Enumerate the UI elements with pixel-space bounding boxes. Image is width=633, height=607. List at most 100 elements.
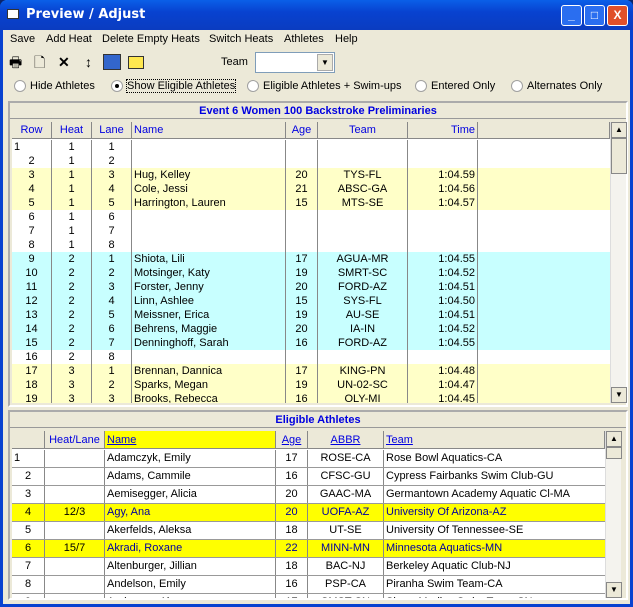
cell-blank (478, 210, 610, 224)
menu-delete-empty-heats[interactable]: Delete Empty Heats (102, 33, 200, 45)
cell-age: 21 (286, 182, 318, 196)
cell-abbr: UT-SE (308, 522, 384, 539)
column-header[interactable]: Heat (52, 122, 92, 138)
table-row[interactable]: 9 2 1 Shiota, Lili 17 AGUA-MR 1:04.55 (12, 252, 610, 266)
table-row[interactable]: 2 Adams, Cammile 16 CFSC-GU Cypress Fairbank… (12, 468, 605, 486)
cell-blank (478, 238, 610, 252)
minimize-button[interactable]: _ (561, 5, 582, 26)
radio-entered-only[interactable]: Entered Only (415, 80, 495, 92)
scroll-thumb[interactable] (606, 447, 622, 459)
cell-time: 1:04.55 (408, 336, 478, 350)
table-row[interactable]: 4 1 4 Cole, Jessi 21 ABSC-GA 1:04.56 (12, 182, 610, 196)
radio-eligible-swim-ups[interactable]: Eligible Athletes + Swim-ups (247, 80, 401, 92)
column-header-1[interactable]: Heat/Lane (45, 431, 105, 448)
cell-heat: 1 (52, 224, 92, 238)
radio-show-eligible-athletes[interactable]: Show Eligible Athletes (111, 79, 237, 93)
column-header[interactable]: Row (12, 122, 52, 138)
folder-up-icon[interactable] (128, 56, 144, 69)
table-row[interactable]: 4 12/3 Agy, Ana 20 UOFA-AZ University Of Ariz… (12, 504, 605, 522)
cell-heat-lane (45, 450, 105, 467)
scroll-up-icon[interactable]: ▲ (611, 122, 627, 138)
column-header[interactable]: Lane (92, 122, 132, 138)
cell-team: University Of Arizona-AZ (386, 506, 507, 518)
cell-heat: 2 (52, 280, 92, 294)
cell-abbr: BAC-NJ (308, 558, 384, 575)
column-header[interactable]: Name (132, 122, 286, 138)
cell-age: 16 (276, 468, 308, 485)
menu-help[interactable]: Help (335, 33, 358, 45)
printer-icon[interactable]: 🖶 (9, 54, 22, 70)
scroll-up-icon[interactable]: ▲ (606, 431, 622, 447)
cell-age: 20 (286, 168, 318, 182)
table-row[interactable]: 6 15/7 Akradi, Roxane 22 MINN-MN Minnesota Aq… (12, 540, 605, 558)
menu-athletes[interactable]: Athletes (284, 33, 324, 45)
table-row[interactable]: 111 (12, 140, 610, 154)
cell-name (132, 154, 286, 168)
menu-save[interactable]: Save (10, 33, 35, 45)
table-row[interactable]: 5 1 5 Harrington, Lauren 15 MTS-SE 1:04.57 (12, 196, 610, 210)
cell-name: Hug, Kelley (132, 168, 286, 182)
table-row[interactable]: 616 (12, 210, 610, 224)
cell-row: 5 (12, 196, 52, 210)
column-header[interactable]: Team (318, 122, 408, 138)
table-row[interactable]: 7 Altenburger, Jillian 18 BAC-NJ Berkeley Aq… (12, 558, 605, 576)
table-row[interactable]: 9 Anderson, Alyssa17SMST-SNSierra Marlins… (12, 594, 605, 598)
table-row[interactable]: 18 3 2 Sparks, Megan 19 UN-02-SC 1:04.47 (12, 378, 610, 392)
team-select[interactable]: ▼ (255, 52, 335, 73)
column-header-2[interactable]: Name (105, 431, 276, 448)
cell-team: MTS-SE (318, 196, 408, 210)
menu-add-heat[interactable]: Add Heat (46, 33, 92, 45)
cell-lane: 2 (92, 378, 132, 392)
cell-time: 1:04.57 (408, 196, 478, 210)
cell-abbr: ROSE-CA (308, 450, 384, 467)
menu-switch-heats[interactable]: Switch Heats (209, 33, 273, 45)
table-row[interactable]: 5 Akerfelds, Aleksa 18 UT-SE University Of T… (12, 522, 605, 540)
cell-age: 20 (276, 486, 308, 503)
table-row[interactable]: 3 1 3 Hug, Kelley 20 TYS-FL 1:04.59 (12, 168, 610, 182)
heat-grid-scrollbar[interactable]: ▲ ▼ (610, 122, 627, 403)
cell-age: 20 (286, 280, 318, 294)
table-row[interactable]: 212 (12, 154, 610, 168)
table-row[interactable]: 19 3 3 Brooks, Rebecca 16 OLY-MI 1:04.45 (12, 392, 610, 403)
column-header[interactable]: Time (408, 122, 478, 138)
cell-lane: 6 (92, 210, 132, 224)
column-header-3[interactable]: Age (276, 431, 308, 448)
delete-icon[interactable]: ✕ (58, 54, 70, 70)
radio-alternates-only[interactable]: Alternates Only (511, 80, 602, 92)
table-row[interactable]: 3 Aemisegger, Alicia 20 GAAC-MA Germantown A… (12, 486, 605, 504)
cell-row: 18 (12, 378, 52, 392)
table-row[interactable]: 13 2 5 Meissner, Erica 19 AU-SE 1:04.51 (12, 308, 610, 322)
table-row[interactable]: 16 2 8 (12, 350, 610, 364)
cell-abbr: CFSC-GU (308, 468, 384, 485)
chevron-down-icon[interactable]: ▼ (317, 54, 333, 71)
cell-heat-lane (45, 486, 105, 503)
eligible-grid-scrollbar[interactable]: ▲ ▼ (605, 431, 622, 598)
radio-hide-athletes[interactable]: Hide Athletes (14, 80, 95, 92)
cell-lane: 7 (92, 336, 132, 350)
swap-icon[interactable]: ↕ (85, 54, 92, 70)
close-button[interactable]: X (607, 5, 628, 26)
table-row[interactable]: 717 (12, 224, 610, 238)
cell-abbr: SMST-SN (308, 594, 384, 598)
scroll-thumb[interactable] (611, 138, 627, 174)
cell-team: AGUA-MR (318, 252, 408, 266)
table-row[interactable]: 1 Adamczyk, Emily 17 ROSE-CA Rose Bowl Aquat… (12, 450, 605, 468)
column-header-4[interactable]: ABBR (308, 431, 384, 448)
column-header-5[interactable]: Team (384, 431, 605, 448)
table-row[interactable]: 17 3 1 Brennan, Dannica 17 KING-PN 1:04.48 (12, 364, 610, 378)
table-row[interactable]: 14 2 6 Behrens, Maggie 20 IA-IN 1:04.52 (12, 322, 610, 336)
maximize-button[interactable]: □ (584, 5, 605, 26)
table-row[interactable]: 15 2 7 Denninghoff, Sarah 16 FORD-AZ 1:04.55 (12, 336, 610, 350)
scroll-down-icon[interactable]: ▼ (606, 582, 622, 598)
table-row[interactable]: 10 2 2 Motsinger, Katy 19 SMRT-SC 1:04.52 (12, 266, 610, 280)
table-row[interactable]: 8 Andelson, Emily 16 PSP-CA Piranha Swim Tea… (12, 576, 605, 594)
cell-lane: 2 (92, 154, 132, 168)
scroll-down-icon[interactable]: ▼ (611, 387, 627, 403)
table-row[interactable]: 818 (12, 238, 610, 252)
table-row[interactable]: 11 2 3 Forster, Jenny 20 FORD-AZ 1:04.51 (12, 280, 610, 294)
new-document-icon[interactable]: 🗋 (34, 54, 45, 70)
cell-name: Brennan, Dannica (132, 364, 286, 378)
column-header[interactable]: Age (286, 122, 318, 138)
swimmer-icon[interactable] (103, 54, 121, 70)
table-row[interactable]: 12 2 4 Linn, Ashlee 15 SYS-FL 1:04.50 (12, 294, 610, 308)
